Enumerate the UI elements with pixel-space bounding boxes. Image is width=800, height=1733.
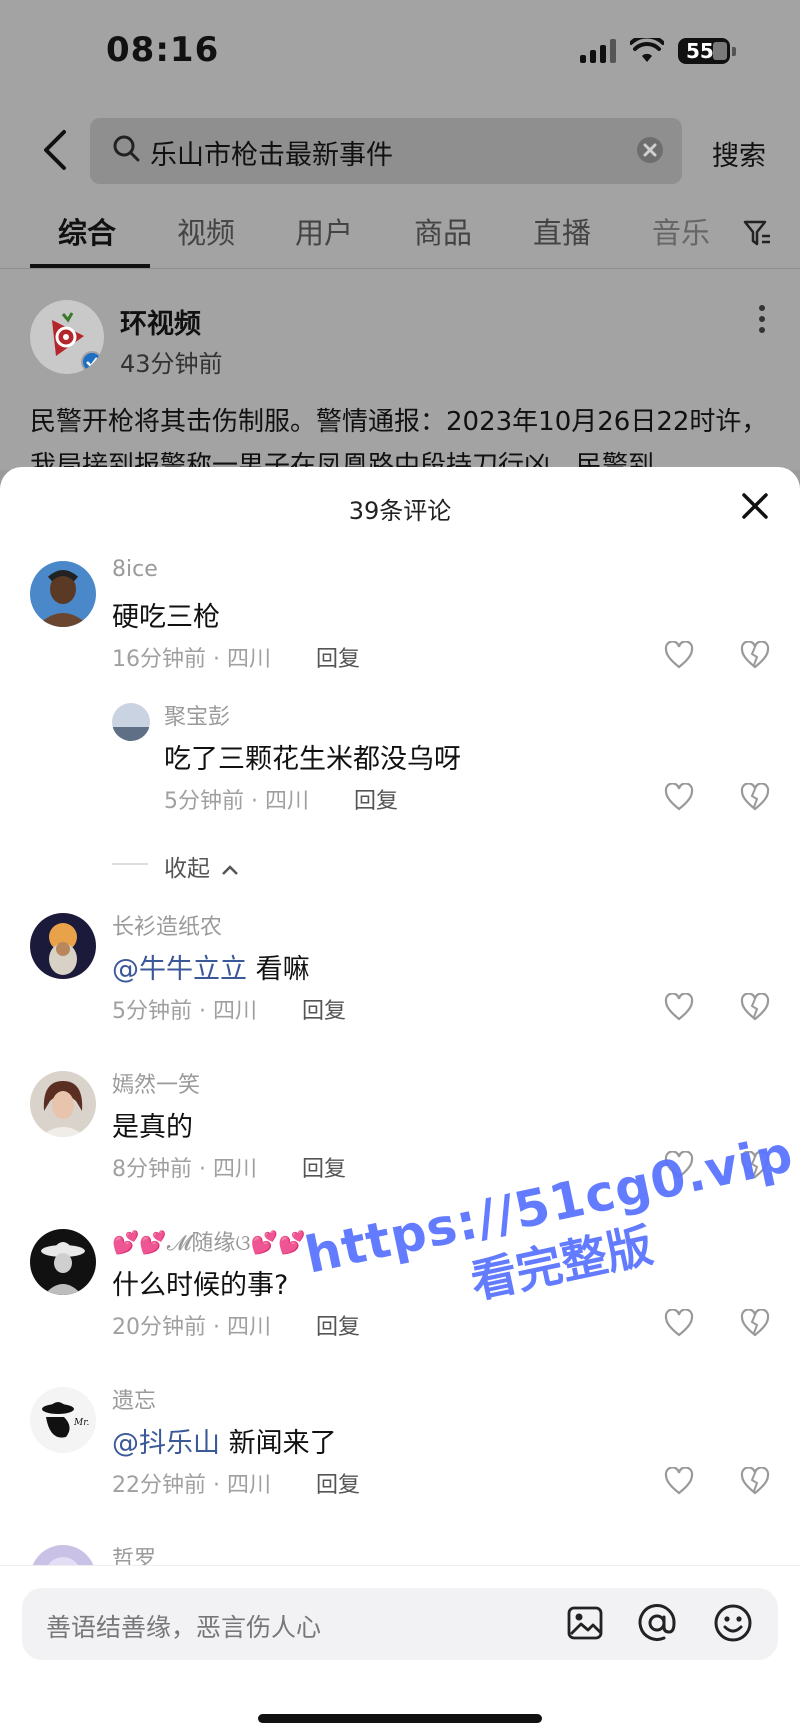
home-indicator[interactable] bbox=[258, 1714, 542, 1723]
comment-text: 硬吃三枪 bbox=[112, 602, 220, 633]
result-tabs: 综合 视频 用户 商品 直播 音乐 bbox=[0, 210, 800, 270]
signal-icon bbox=[580, 39, 616, 63]
close-icon[interactable] bbox=[738, 489, 772, 523]
wifi-icon bbox=[630, 38, 664, 62]
comment-body: 新闻来了 bbox=[228, 1428, 337, 1459]
comment-input[interactable]: 善语结善缘，恶言伤人心 bbox=[22, 1588, 778, 1660]
reply-item: 聚宝彭 吃了三颗花生米都没乌呀 5分钟前 · 四川 回复 bbox=[0, 703, 800, 843]
chevron-up-icon bbox=[222, 865, 239, 875]
post-text[interactable]: 民警开枪将其击伤制服。警情通报：2023年10月26日22时许，我局接到报警称一… bbox=[30, 400, 780, 470]
comment-text: 吃了三颗花生米都没乌呀 bbox=[164, 744, 461, 775]
comment-text: @牛牛立立 看嘛 bbox=[112, 947, 310, 986]
tab-all[interactable]: 综合 bbox=[58, 210, 116, 252]
collapse-divider bbox=[112, 863, 148, 865]
comment-username[interactable]: 💕💕𝓜随缘ଓ💕💕 bbox=[112, 1225, 305, 1257]
reply-button[interactable]: 回复 bbox=[302, 1151, 346, 1183]
comment-item: Mr. 遗忘 @抖乐山 新闻来了 22分钟前 · 四川 回复 bbox=[0, 1387, 800, 1527]
comment-meta: 20分钟前 · 四川 bbox=[112, 1315, 271, 1340]
back-arrow-icon[interactable] bbox=[36, 128, 76, 172]
broken-heart-icon[interactable] bbox=[740, 1309, 770, 1337]
clear-search-icon[interactable] bbox=[636, 136, 664, 164]
heart-icon[interactable] bbox=[664, 641, 694, 669]
svg-text:Mr.: Mr. bbox=[73, 1418, 90, 1428]
search-button[interactable]: 搜索 bbox=[712, 134, 766, 173]
broken-heart-icon[interactable] bbox=[740, 641, 770, 669]
tab-music[interactable]: 音乐 bbox=[652, 210, 710, 252]
search-query[interactable]: 乐山市枪击最新事件 bbox=[150, 133, 393, 172]
avatar[interactable] bbox=[112, 703, 150, 741]
tab-live[interactable]: 直播 bbox=[533, 210, 591, 252]
reply-button[interactable]: 回复 bbox=[316, 641, 360, 673]
heart-icon[interactable] bbox=[664, 783, 694, 811]
comment-meta: 16分钟前 · 四川 bbox=[112, 647, 271, 672]
comment-meta: 5分钟前 · 四川 bbox=[112, 999, 257, 1024]
filter-icon[interactable] bbox=[742, 218, 772, 248]
heart-icon[interactable] bbox=[664, 1467, 694, 1495]
collapse-label: 收起 bbox=[164, 856, 210, 882]
comment-username[interactable]: 8ice bbox=[112, 557, 158, 582]
emoji-icon[interactable] bbox=[712, 1602, 754, 1644]
more-options-icon[interactable] bbox=[756, 304, 768, 334]
comment-username[interactable]: 长衫造纸农 bbox=[112, 909, 222, 941]
comment-input-placeholder[interactable]: 善语结善缘，恶言伤人心 bbox=[46, 1608, 321, 1644]
avatar[interactable] bbox=[30, 1229, 96, 1295]
comment-meta: 8分钟前 · 四川 bbox=[112, 1157, 257, 1182]
battery-level: 55 bbox=[686, 39, 714, 63]
tab-divider bbox=[0, 268, 800, 269]
comments-sheet: 39条评论 8ice 硬吃三枪 16分钟前 · 四川 回复 聚宝彭 吃了三颗花生… bbox=[0, 467, 800, 1733]
status-icons: 55 bbox=[580, 38, 736, 64]
post-time: 43分钟前 bbox=[120, 350, 223, 378]
comment-meta: 5分钟前 · 四川 bbox=[164, 789, 309, 814]
battery-icon: 55 bbox=[678, 38, 736, 64]
comment-item: 8ice 硬吃三枪 16分钟前 · 四川 回复 bbox=[0, 557, 800, 701]
comment-item: 长衫造纸农 @牛牛立立 看嘛 5分钟前 · 四川 回复 bbox=[0, 913, 800, 1053]
comment-meta: 22分钟前 · 四川 bbox=[112, 1473, 271, 1498]
comments-count-title: 39条评论 bbox=[348, 497, 452, 525]
author-avatar[interactable] bbox=[30, 300, 104, 374]
search-icon bbox=[113, 135, 140, 162]
comment-text: 什么时候的事? bbox=[112, 1270, 289, 1301]
author-name[interactable]: 环视频 bbox=[120, 302, 201, 341]
tab-products[interactable]: 商品 bbox=[414, 210, 472, 252]
avatar[interactable] bbox=[30, 913, 96, 979]
search-results-page: 08:16 55 乐山市枪击最新事件 搜索 综合 视频 用户 商品 直播 音乐 bbox=[0, 0, 800, 470]
comment-username[interactable]: 遗忘 bbox=[112, 1383, 156, 1415]
mention-at-icon[interactable] bbox=[636, 1602, 678, 1644]
comment-text: @抖乐山 新闻来了 bbox=[112, 1421, 337, 1460]
avatar[interactable]: Mr. bbox=[30, 1387, 96, 1453]
comment-text: 是真的 bbox=[112, 1112, 193, 1143]
tab-videos[interactable]: 视频 bbox=[177, 210, 235, 252]
broken-heart-icon[interactable] bbox=[740, 783, 770, 811]
image-icon[interactable] bbox=[566, 1604, 604, 1642]
reply-button[interactable]: 回复 bbox=[302, 993, 346, 1025]
comment-username[interactable]: 嫣然一笑 bbox=[112, 1067, 200, 1099]
reply-button[interactable]: 回复 bbox=[316, 1467, 360, 1499]
reply-button[interactable]: 回复 bbox=[354, 783, 398, 815]
mention-link[interactable]: @抖乐山 bbox=[112, 1428, 220, 1459]
heart-icon[interactable] bbox=[664, 1309, 694, 1337]
avatar[interactable] bbox=[30, 1071, 96, 1137]
tab-users[interactable]: 用户 bbox=[295, 210, 353, 252]
broken-heart-icon[interactable] bbox=[740, 993, 770, 1021]
collapse-replies-button[interactable]: 收起 bbox=[164, 849, 239, 883]
avatar[interactable] bbox=[30, 561, 96, 627]
comment-body: 看嘛 bbox=[255, 954, 310, 985]
comment-input-bar: 善语结善缘，恶言伤人心 bbox=[0, 1565, 800, 1733]
comment-username[interactable]: 聚宝彭 bbox=[164, 699, 230, 731]
heart-icon[interactable] bbox=[664, 993, 694, 1021]
status-time: 08:16 bbox=[106, 30, 220, 70]
broken-heart-icon[interactable] bbox=[740, 1467, 770, 1495]
mention-link[interactable]: @牛牛立立 bbox=[112, 954, 247, 985]
